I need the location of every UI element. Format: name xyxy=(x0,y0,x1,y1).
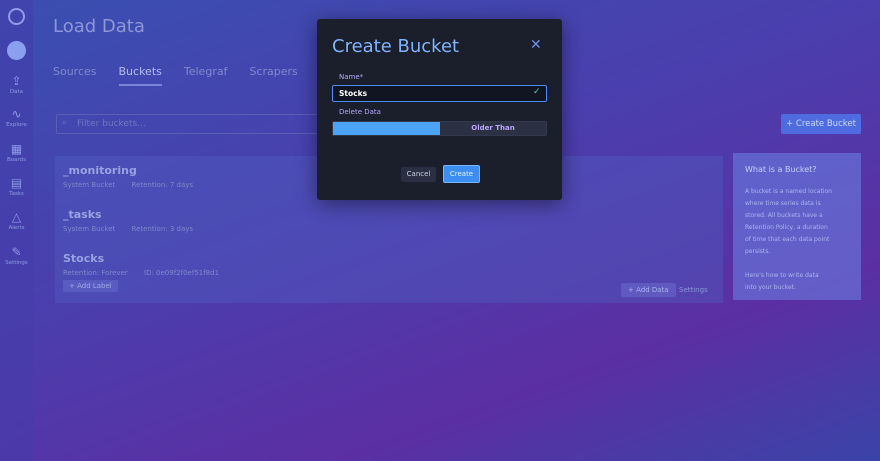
delete-data-toggle: Older Than xyxy=(332,121,547,136)
search-icon: ⌕ xyxy=(62,118,68,128)
tab-buckets[interactable]: Buckets xyxy=(118,65,162,86)
wrench-icon: ✎ xyxy=(11,245,22,259)
add-data-button[interactable]: + Add Data xyxy=(621,283,676,297)
nav-item-alerts[interactable]: △ Alerts xyxy=(0,210,33,232)
create-bucket-dialog: Create Bucket ✕ Name* ✓ Delete Data Olde… xyxy=(317,19,562,200)
tab-scrapers[interactable]: Scrapers xyxy=(249,65,297,86)
tab-telegraf[interactable]: Telegraf xyxy=(184,65,228,86)
nav-item-data[interactable]: ⇪ Data xyxy=(0,74,33,96)
bucket-retention: Retention: 7 days xyxy=(131,181,194,189)
toggle-never-option[interactable] xyxy=(333,122,440,135)
grid-icon: ▦ xyxy=(10,142,23,156)
upload-icon: ⇪ xyxy=(11,74,22,88)
delete-data-label: Delete Data xyxy=(339,108,381,116)
info-card-title: What is a Bucket? xyxy=(745,165,817,174)
dialog-title: Create Bucket xyxy=(332,36,460,57)
bell-icon: △ xyxy=(11,210,22,224)
bucket-row[interactable]: Stocks Retention: Forever ID: 0e09f2f0ef… xyxy=(63,252,233,277)
tab-sources[interactable]: Sources xyxy=(53,65,97,86)
create-button[interactable]: Create xyxy=(443,165,480,183)
bucket-id: ID: 0e09f2f0ef51f8d1 xyxy=(144,269,220,277)
nav-item-settings[interactable]: ✎ Settings xyxy=(0,245,33,267)
graph-icon: ∿ xyxy=(11,107,22,121)
bucket-type: System Bucket xyxy=(63,181,116,189)
bucket-retention: Retention: 3 days xyxy=(131,225,194,233)
calendar-icon: ▤ xyxy=(10,176,23,190)
close-icon[interactable]: ✕ xyxy=(530,37,542,53)
bucket-settings-button[interactable]: Settings xyxy=(679,286,708,294)
name-field-label: Name* xyxy=(339,73,364,81)
bucket-name[interactable]: _tasks xyxy=(63,208,207,221)
cancel-button[interactable]: Cancel xyxy=(401,167,436,182)
influx-logo-icon[interactable] xyxy=(8,8,25,25)
bucket-type: System Bucket xyxy=(63,225,116,233)
bucket-row[interactable]: _monitoring System Bucket Retention: 7 d… xyxy=(63,164,207,189)
create-bucket-button[interactable]: + Create Bucket xyxy=(781,114,861,134)
nav-item-tasks[interactable]: ▤ Tasks xyxy=(0,176,33,198)
bucket-row[interactable]: _tasks System Bucket Retention: 3 days xyxy=(63,208,207,233)
bucket-info-card: What is a Bucket? A bucket is a named lo… xyxy=(733,153,861,300)
avatar[interactable] xyxy=(7,41,26,60)
bucket-name[interactable]: Stocks xyxy=(63,252,233,265)
nav-item-boards[interactable]: ▦ Boards xyxy=(0,142,33,164)
add-label-button[interactable]: + Add Label xyxy=(63,280,118,292)
bucket-type: Retention: Forever xyxy=(63,269,128,277)
nav-item-explore[interactable]: ∿ Explore xyxy=(0,107,33,129)
checkmark-icon: ✓ xyxy=(533,87,541,97)
page-title: Load Data xyxy=(53,16,145,37)
bucket-name[interactable]: _monitoring xyxy=(63,164,207,177)
left-nav: ⇪ Data ∿ Explore ▦ Boards ▤ Tasks △ Aler… xyxy=(0,0,33,461)
bucket-name-input[interactable] xyxy=(332,85,547,102)
toggle-older-than-option[interactable]: Older Than xyxy=(440,122,546,135)
tab-bar: Sources Buckets Telegraf Scrapers xyxy=(53,65,298,86)
